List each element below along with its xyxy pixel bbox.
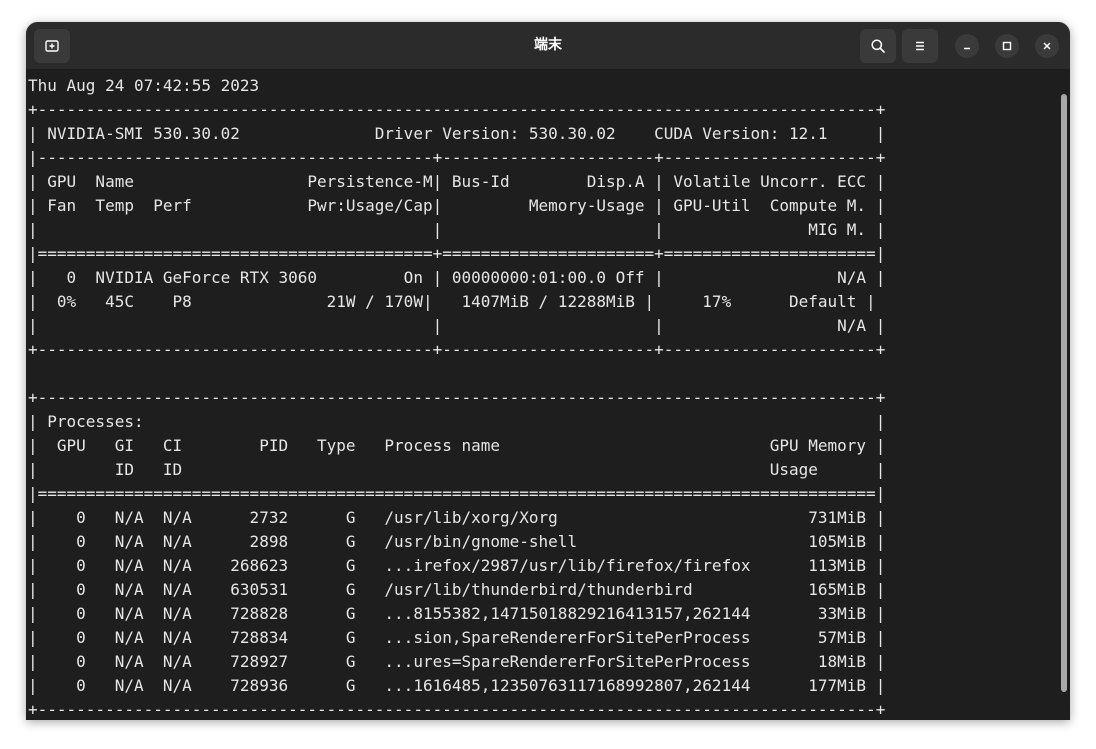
terminal-line: | 0 N/A N/A 728927 G ...ures=SpareRender… xyxy=(28,652,886,671)
close-icon xyxy=(1043,42,1051,50)
scrollbar[interactable] xyxy=(1061,94,1067,720)
terminal-line: | | | N/A | xyxy=(28,316,886,335)
search-button[interactable] xyxy=(860,29,896,63)
terminal-line: +---------------------------------------… xyxy=(28,340,886,359)
menu-button[interactable] xyxy=(902,29,938,63)
minimize-button[interactable] xyxy=(955,34,979,58)
terminal-line: | 0 N/A N/A 630531 G /usr/lib/thunderbir… xyxy=(28,580,886,599)
hamburger-menu-icon xyxy=(916,41,924,51)
titlebar: 端末 xyxy=(26,22,1070,69)
terminal-line: | Processes: | xyxy=(28,412,886,431)
terminal-line: | 0 N/A N/A 728828 G ...8155382,14715018… xyxy=(28,604,886,623)
terminal-line: | GPU Name Persistence-M| Bus-Id Disp.A … xyxy=(28,172,886,191)
terminal-line: | 0 NVIDIA GeForce RTX 3060 On | 0000000… xyxy=(28,268,886,287)
terminal-line: | | | MIG M. | xyxy=(28,220,886,239)
search-icon xyxy=(871,39,885,53)
scrollbar-thumb[interactable] xyxy=(1061,94,1067,692)
terminal-line: |---------------------------------------… xyxy=(28,148,886,167)
terminal-window: 端末 Thu Aug 24 07:42:55 2023 +-----------… xyxy=(26,22,1070,720)
terminal-line: | 0 N/A N/A 268623 G ...irefox/2987/usr/… xyxy=(28,556,886,575)
terminal-line: +---------------------------------------… xyxy=(28,100,886,119)
terminal-line: |=======================================… xyxy=(28,244,886,263)
terminal-line: | Fan Temp Perf Pwr:Usage/Cap| Memory-Us… xyxy=(28,196,886,215)
maximize-button[interactable] xyxy=(995,34,1019,58)
terminal-line: | 0% 45C P8 21W / 170W| 1407MiB / 12288M… xyxy=(28,292,876,311)
new-tab-button[interactable] xyxy=(34,29,70,63)
terminal-line: +---------------------------------------… xyxy=(28,700,886,719)
terminal-line: | GPU GI CI PID Type Process name GPU Me… xyxy=(28,436,886,455)
terminal-line: | 0 N/A N/A 2898 G /usr/bin/gnome-shell … xyxy=(28,532,886,551)
terminal-line: |=======================================… xyxy=(28,484,886,503)
minimize-icon xyxy=(964,47,970,50)
terminal-line: | 0 N/A N/A 728834 G ...sion,SpareRender… xyxy=(28,628,886,647)
terminal-line: | NVIDIA-SMI 530.30.02 Driver Version: 5… xyxy=(28,124,886,143)
terminal-line: | ID ID Usage | xyxy=(28,460,886,479)
terminal-line: Thu Aug 24 07:42:55 2023 xyxy=(28,76,260,95)
maximize-icon xyxy=(1002,41,1012,51)
new-tab-icon xyxy=(45,40,59,52)
terminal-line: | 0 N/A N/A 728936 G ...1616485,12350763… xyxy=(28,676,886,695)
terminal-line: +---------------------------------------… xyxy=(28,388,886,407)
terminal-output[interactable]: Thu Aug 24 07:42:55 2023 +---------------… xyxy=(28,74,1028,720)
close-button[interactable] xyxy=(1035,34,1059,58)
terminal-line: | 0 N/A N/A 2732 G /usr/lib/xorg/Xorg 73… xyxy=(28,508,886,527)
